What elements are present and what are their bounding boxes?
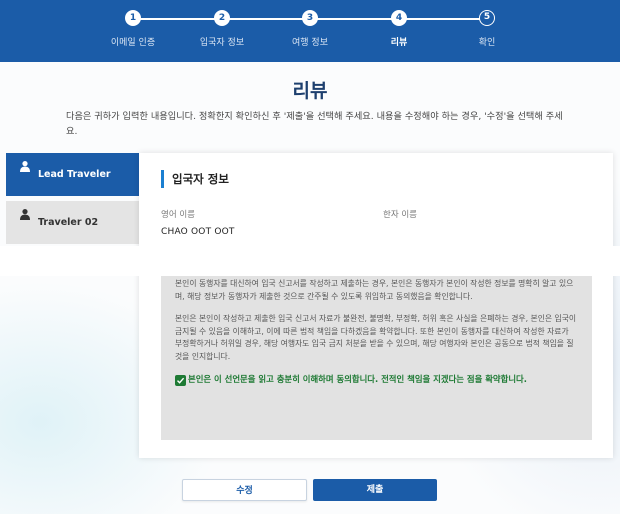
step-label: 리뷰 <box>390 38 408 48</box>
step-travel-info: 3 여행 정보 <box>265 10 355 48</box>
step-confirmation: 5 확인 <box>442 10 532 48</box>
intro-text: 다음은 귀하가 입력한 내용입니다. 정확한지 확인하신 후 '제출'을 선택해… <box>66 111 563 137</box>
agreement-text: 본인은 이 선언문을 읽고 충분히 이해하며 동의합니다. 전적인 책임을 지겠… <box>188 374 527 384</box>
chinese-name-label: 한자 이름 <box>383 210 417 220</box>
step-number: 2 <box>214 10 230 26</box>
submit-button[interactable]: 제출 <box>313 479 437 501</box>
step-label: 여행 정보 <box>292 38 328 48</box>
tab-traveler-02[interactable]: Traveler 02 <box>6 201 139 244</box>
step-email-verification: 1 이메일 인증 <box>88 10 178 48</box>
declaration-paragraph: 본인이 동행자를 대신하여 입국 신고서를 작성하고 제출하는 경우, 본인은 … <box>175 279 574 301</box>
step-number: 5 <box>479 10 495 26</box>
overlay-band <box>0 246 620 276</box>
checkbox-checked-icon[interactable] <box>175 375 186 386</box>
step-label: 입국자 정보 <box>199 38 245 48</box>
page-title: 리뷰 <box>292 80 328 102</box>
declaration-box: 본인이 동행자를 대신하여 입국 신고서를 작성하고 제출하는 경우, 본인은 … <box>161 276 592 440</box>
step-number: 3 <box>302 10 318 26</box>
tab-label: Traveler 02 <box>38 217 99 228</box>
step-review: 4 리뷰 <box>354 10 444 48</box>
section-title: 입국자 정보 <box>161 170 229 188</box>
tab-label: Lead Traveler <box>38 169 111 180</box>
agreement-checkbox-row[interactable]: 본인은 이 선언문을 읽고 충분히 이해하며 동의합니다. 전적인 책임을 지겠… <box>175 373 578 386</box>
progress-stepper: 1 이메일 인증 2 입국자 정보 3 여행 정보 4 리뷰 5 확인 <box>0 0 620 62</box>
step-number: 1 <box>125 10 141 26</box>
step-number: 4 <box>391 10 407 26</box>
declaration-paragraph: 본인은 본인이 작성하고 제출한 입국 신고서 자료가 불완전, 불명확, 부정… <box>175 314 577 361</box>
edit-button[interactable]: 수정 <box>182 479 307 501</box>
step-label: 이메일 인증 <box>110 38 156 48</box>
tab-lead-traveler[interactable]: Lead Traveler <box>6 153 139 196</box>
user-icon <box>19 160 31 172</box>
step-traveler-info: 2 입국자 정보 <box>177 10 267 48</box>
user-icon <box>19 208 31 220</box>
english-name-value: CHAO OOT OOT <box>161 227 235 237</box>
english-name-label: 영어 이름 <box>161 210 195 220</box>
step-label: 확인 <box>478 38 496 48</box>
